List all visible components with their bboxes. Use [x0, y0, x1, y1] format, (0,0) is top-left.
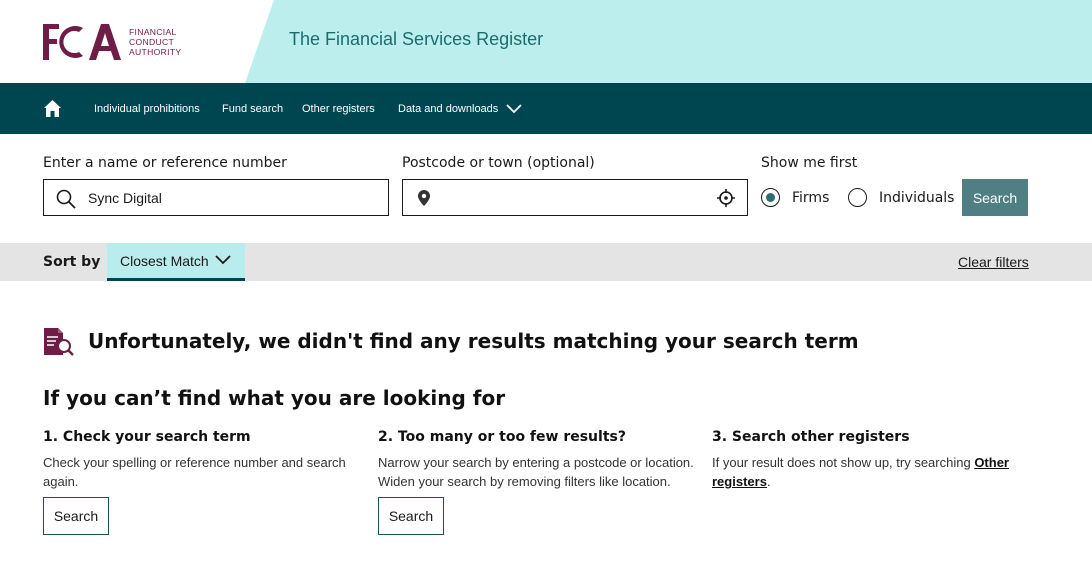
help-col-1-body: Check your spelling or reference number … — [43, 455, 346, 489]
clear-filters-link[interactable]: Clear filters — [958, 254, 1029, 270]
nav-item-label: Data and downloads — [398, 102, 499, 115]
help-col-2-body: Narrow your search by entering a postcod… — [378, 455, 694, 489]
name-search-input[interactable]: Sync Digital — [43, 179, 389, 216]
fca-logo-text: FINANCIAL CONDUCT AUTHORITY — [129, 27, 181, 57]
logo-text-line-2: CONDUCT — [129, 37, 175, 47]
nav-item-label: Individual prohibitions — [94, 102, 200, 115]
site-title[interactable]: The Financial Services Register — [289, 29, 543, 50]
chevron-down-icon — [506, 103, 522, 113]
logo-text-line-1: FINANCIAL — [129, 27, 177, 37]
nav-item-label: Fund search — [222, 102, 284, 115]
nav-item-other-registers[interactable]: Other registers — [302, 83, 375, 134]
crosshair-locate-icon[interactable] — [717, 189, 735, 207]
sort-select[interactable]: Closest Match — [107, 243, 245, 281]
fca-logo-mark — [43, 24, 121, 60]
help-col-3-title: 3. Search other registers — [712, 429, 910, 445]
document-search-icon — [44, 328, 74, 356]
postcode-field-label: Postcode or town (optional) — [402, 155, 595, 171]
nav-item-data-and-downloads[interactable]: Data and downloads — [398, 83, 522, 134]
search-button[interactable]: Search — [962, 179, 1028, 216]
main-nav: Individual prohibitions Fund search Othe… — [0, 83, 1092, 134]
name-field-label: Enter a name or reference number — [43, 155, 287, 171]
sort-by-label: Sort by — [43, 254, 101, 270]
chevron-down-icon — [215, 255, 231, 265]
fca-logo[interactable]: FINANCIAL CONDUCT AUTHORITY — [43, 22, 181, 62]
search-icon — [56, 189, 76, 209]
radio-individuals[interactable]: Individuals — [848, 188, 954, 207]
site-header: FINANCIAL CONDUCT AUTHORITY The Financia… — [0, 0, 1092, 83]
no-results-message: Unfortunately, we didn't find any result… — [88, 329, 859, 353]
nav-item-label: Other registers — [302, 102, 375, 115]
help-col-1-title: 1. Check your search term — [43, 429, 251, 445]
help-col-3-body-text: If your result does not show up, try sea… — [712, 455, 975, 470]
postcode-input[interactable] — [402, 179, 748, 216]
radio-firms-label: Firms — [792, 189, 830, 206]
name-search-value: Sync Digital — [88, 190, 162, 206]
radio-firms[interactable]: Firms — [761, 188, 829, 207]
help-col-1-search-button[interactable]: Search — [43, 497, 109, 535]
help-col-3-body: If your result does not show up, try sea… — [712, 453, 1012, 491]
home-icon[interactable] — [43, 99, 62, 118]
nav-item-fund-search[interactable]: Fund search — [222, 83, 283, 134]
logo-text-line-3: AUTHORITY — [129, 47, 182, 57]
help-col-2-title: 2. Too many or too few results? — [378, 429, 626, 445]
location-pin-icon — [418, 190, 430, 206]
radio-individuals-control[interactable] — [848, 188, 867, 207]
radio-firms-control[interactable] — [761, 188, 780, 207]
sort-selected-value: Closest Match — [120, 252, 209, 269]
show-me-first-label: Show me first — [761, 155, 858, 171]
radio-individuals-label: Individuals — [879, 189, 955, 206]
nav-item-individual-prohibitions[interactable]: Individual prohibitions — [94, 83, 200, 134]
help-col-2-search-button[interactable]: Search — [378, 497, 444, 535]
sort-bar: Sort by Closest Match — [0, 243, 1092, 281]
help-heading: If you can’t find what you are looking f… — [43, 386, 506, 410]
help-col-3-body-end: . — [766, 474, 771, 489]
